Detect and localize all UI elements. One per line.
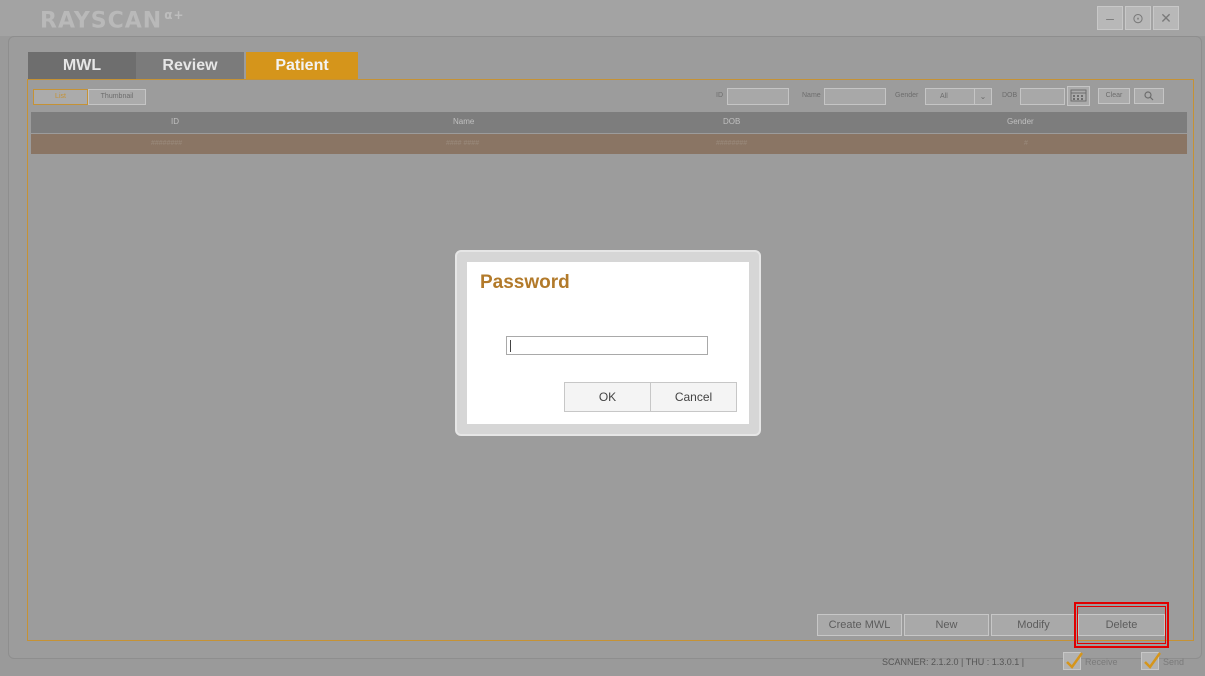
chevron-down-icon: ⌄ xyxy=(974,89,991,104)
table-header: ID Name DOB Gender xyxy=(31,112,1187,133)
filter-id-label: ID xyxy=(716,92,723,99)
filter-name-label: Name xyxy=(802,92,821,99)
highlight-outline-inner xyxy=(1077,606,1166,644)
receive-checkbox[interactable] xyxy=(1063,652,1083,670)
version-info: SCANNER: 2.1.2.0 | THU : 1.3.0.1 | xyxy=(882,657,1025,667)
calendar-icon[interactable] xyxy=(1067,86,1090,106)
check-icon xyxy=(1066,652,1083,669)
ok-button[interactable]: OK xyxy=(564,382,651,412)
filter-dob-input[interactable] xyxy=(1020,88,1065,105)
filter-id-input[interactable] xyxy=(727,88,789,105)
send-checkbox[interactable] xyxy=(1141,652,1161,670)
cell-name: #### #### xyxy=(446,140,480,147)
filter-dob-label: DOB xyxy=(1002,92,1018,99)
filter-name-input[interactable] xyxy=(824,88,886,105)
column-header-dob[interactable]: DOB xyxy=(723,117,740,126)
cell-dob: ######## xyxy=(716,140,748,147)
create-mwl-button[interactable]: Create MWL xyxy=(817,614,902,636)
search-icon xyxy=(1144,91,1154,101)
cancel-button[interactable]: Cancel xyxy=(650,382,737,412)
cell-id: ######## xyxy=(151,140,183,147)
tab-review[interactable]: Review xyxy=(136,52,244,80)
modify-button[interactable]: Modify xyxy=(991,614,1076,636)
receive-label: Receive xyxy=(1085,657,1118,667)
filter-gender-select[interactable]: All ⌄ xyxy=(925,88,992,105)
new-button[interactable]: New xyxy=(904,614,989,636)
cell-gender: # xyxy=(1024,140,1028,147)
search-button[interactable] xyxy=(1134,88,1164,104)
tab-patient[interactable]: Patient xyxy=(246,52,358,80)
check-icon xyxy=(1144,652,1161,669)
tab-mwl[interactable]: MWL xyxy=(28,52,136,80)
password-input[interactable] xyxy=(506,336,708,355)
column-header-id[interactable]: ID xyxy=(171,117,179,126)
view-thumbnail-button[interactable]: Thumbnail xyxy=(88,89,146,105)
minimize-icon[interactable]: – xyxy=(1097,6,1123,30)
column-header-gender[interactable]: Gender xyxy=(1007,117,1034,126)
filter-gender-label: Gender xyxy=(895,92,919,99)
settings-icon[interactable]: ⊙ xyxy=(1125,6,1151,30)
clear-button[interactable]: Clear xyxy=(1098,88,1130,104)
dialog-title: Password xyxy=(480,272,570,293)
table-row[interactable]: ######## #### #### ######## # xyxy=(31,134,1187,154)
close-icon[interactable]: ✕ xyxy=(1153,6,1179,30)
filter-gender-value: All xyxy=(940,93,948,100)
text-caret xyxy=(510,340,511,352)
send-label: Send xyxy=(1163,657,1185,667)
app-logo: RAYSCAN α+ xyxy=(40,8,185,34)
view-list-button[interactable]: List xyxy=(33,89,88,105)
title-bar: RAYSCAN α+ – ⊙ ✕ xyxy=(0,0,1205,36)
column-header-name[interactable]: Name xyxy=(453,117,474,126)
